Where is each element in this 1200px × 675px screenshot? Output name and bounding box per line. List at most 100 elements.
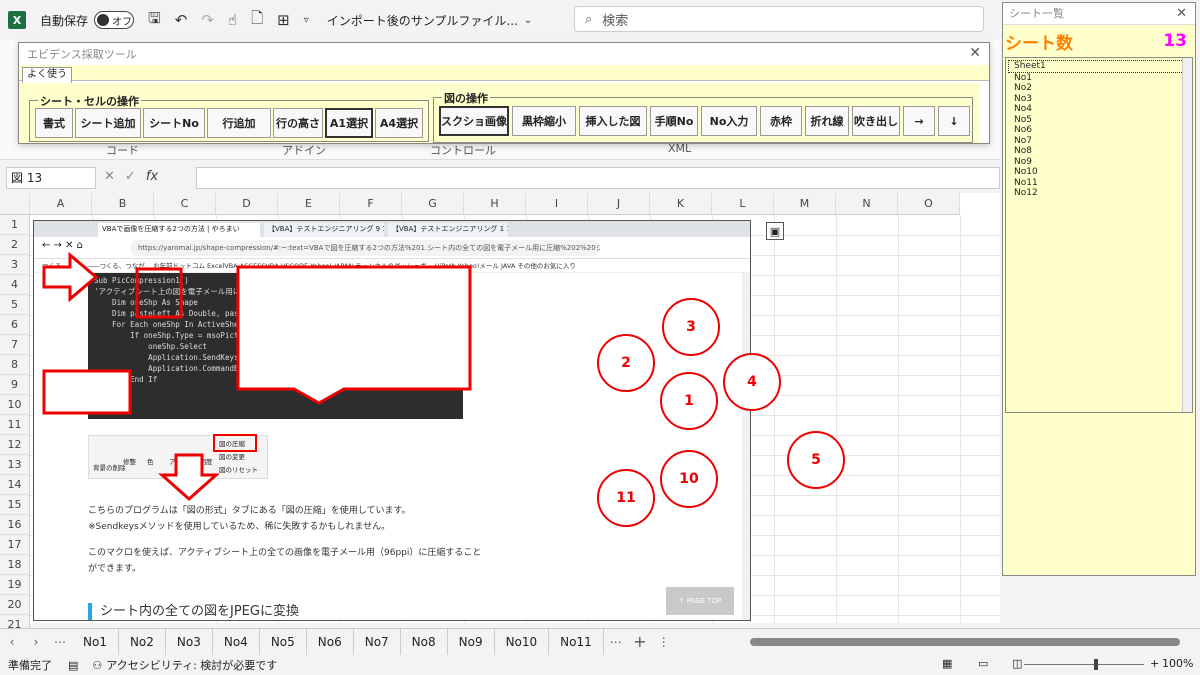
shrink-black-frame-button[interactable]: 黒枠縮小 [512, 106, 576, 136]
customize-qat-icon[interactable]: ▿ [304, 15, 309, 26]
search-input[interactable]: ⌕ 検索 [574, 6, 984, 32]
sheet-list-item[interactable]: No8 [1008, 146, 1192, 157]
row-header[interactable]: 14 [0, 475, 30, 495]
select-a1-button[interactable]: A1選択 [325, 108, 373, 138]
row-header[interactable]: 2 [0, 235, 30, 255]
row-header[interactable]: 19 [0, 575, 30, 595]
sheet-listbox[interactable]: Sheet1 No1 No2 No3 No4 No5 No6 No7 No8 No9 No10 No1… [1005, 57, 1193, 413]
sheet-list-item[interactable]: No1 [1008, 73, 1192, 84]
prev-sheet-icon[interactable]: ‹ [0, 635, 24, 649]
sheet-list-item[interactable]: No4 [1008, 104, 1192, 115]
row-header[interactable]: 15 [0, 495, 30, 515]
sheet-tab[interactable]: No3 [166, 628, 213, 655]
column-header[interactable]: N [836, 193, 898, 215]
row-header[interactable]: 4 [0, 275, 30, 295]
polyline-button[interactable]: 折れ線 [805, 106, 849, 136]
add-sheet-icon[interactable]: + [628, 632, 652, 651]
page-break-icon[interactable]: ◫ [1012, 657, 1022, 670]
red-frame-button[interactable]: 赤枠 [760, 106, 802, 136]
page-layout-icon[interactable]: ▭ [978, 657, 988, 670]
sheet-tab[interactable]: No7 [354, 628, 401, 655]
column-header[interactable]: F [340, 193, 402, 215]
listbox-scrollbar[interactable] [1182, 58, 1192, 412]
sheet-list-item[interactable]: No2 [1008, 83, 1192, 94]
step-circle[interactable]: 5 [787, 431, 845, 489]
touch-mode-icon[interactable]: ☝ [228, 11, 237, 29]
column-header[interactable]: B [92, 193, 154, 215]
sheet-list-item[interactable]: No5 [1008, 115, 1192, 126]
add-row-button[interactable]: 行追加 [207, 108, 271, 138]
print-preview-icon[interactable]: 🗋 [251, 8, 263, 33]
column-header[interactable]: I [526, 193, 588, 215]
layout-options-icon[interactable]: ▣ [766, 222, 784, 240]
inserted-image-button[interactable]: 挿入した図 [579, 106, 647, 136]
autosave-toggle[interactable]: オフ [94, 11, 135, 29]
function-icon[interactable]: fx [146, 169, 158, 184]
sheet-tab[interactable]: No8 [401, 628, 448, 655]
tab-frequently-used[interactable]: よく使う [22, 67, 72, 83]
select-a4-button[interactable]: A4選択 [375, 108, 423, 138]
column-header[interactable]: C [154, 193, 216, 215]
row-header[interactable]: 18 [0, 555, 30, 575]
embedded-screenshot[interactable]: VBAで画像を圧縮する2つの方法 | やろまい 【VBA】テストエンジニアリング… [33, 220, 751, 621]
row-header[interactable]: 6 [0, 315, 30, 335]
no-input-button[interactable]: No入力 [701, 106, 757, 136]
zoom-slider-knob[interactable] [1094, 659, 1098, 670]
sheet-list-item[interactable]: Sheet1 [1008, 60, 1188, 73]
name-box[interactable]: 図 13 [6, 167, 96, 189]
sheet-list-item[interactable]: No12 [1008, 188, 1192, 199]
cancel-icon[interactable]: ✕ [104, 169, 115, 184]
step-circle[interactable]: 4 [723, 353, 781, 411]
row-header[interactable]: 10 [0, 395, 30, 415]
row-header[interactable]: 12 [0, 435, 30, 455]
column-header[interactable]: J [588, 193, 650, 215]
save-icon[interactable]: 🖫 [148, 8, 161, 33]
sheet-tab[interactable]: No9 [448, 628, 495, 655]
step-no-button[interactable]: 手順No [650, 106, 698, 136]
sheet-list-item[interactable]: No3 [1008, 94, 1192, 105]
column-header[interactable]: K [650, 193, 712, 215]
column-header[interactable]: L [712, 193, 774, 215]
sheet-list-item[interactable]: No6 [1008, 125, 1192, 136]
zoom-in-icon[interactable]: + [1150, 657, 1159, 670]
column-header[interactable]: E [278, 193, 340, 215]
sheet-tab[interactable]: No11 [549, 628, 604, 655]
row-header[interactable]: 17 [0, 535, 30, 555]
callout-button[interactable]: 吹き出し [852, 106, 900, 136]
screenshot-image-button[interactable]: スクショ画像 [439, 106, 509, 136]
row-header[interactable]: 1 [0, 215, 30, 235]
sheet-tab[interactable]: No10 [495, 628, 550, 655]
column-header[interactable]: A [30, 193, 92, 215]
macro-record-icon[interactable]: ▤ [68, 659, 78, 672]
sheet-tab[interactable]: No1 [72, 628, 119, 655]
redo-icon[interactable]: ↷ [201, 11, 214, 29]
sheet-tab[interactable]: No5 [260, 628, 307, 655]
more-sheets-icon[interactable]: ⋯ [604, 635, 628, 649]
step-circle[interactable]: 3 [662, 298, 720, 356]
add-sheet-button[interactable]: シート追加 [75, 108, 141, 138]
close-icon[interactable]: ✕ [1176, 3, 1187, 25]
row-header[interactable]: 7 [0, 335, 30, 355]
formula-input[interactable] [196, 167, 1000, 189]
check-icon[interactable]: ✓ [125, 169, 136, 184]
accessibility-status[interactable]: アクセシビリティ: 検討が必要です [106, 657, 277, 673]
row-header[interactable]: 9 [0, 375, 30, 395]
zoom-slider[interactable] [1024, 664, 1144, 665]
more-sheets-icon[interactable]: ⋯ [48, 635, 72, 649]
step-circle[interactable]: 2 [597, 334, 655, 392]
row-header[interactable]: 11 [0, 415, 30, 435]
row-height-button[interactable]: 行の高さ [273, 108, 323, 138]
row-header[interactable]: 13 [0, 455, 30, 475]
zoom-level[interactable]: 100% [1162, 657, 1193, 670]
column-header[interactable]: G [402, 193, 464, 215]
sheet-tab[interactable]: No4 [213, 628, 260, 655]
row-header[interactable]: 16 [0, 515, 30, 535]
sheet-list-item[interactable]: No7 [1008, 136, 1192, 147]
chevron-down-icon[interactable]: ⌄ [524, 15, 532, 26]
sheet-no-button[interactable]: シートNo [143, 108, 205, 138]
options-icon[interactable]: ⋮ [652, 635, 676, 649]
close-icon[interactable]: ✕ [969, 45, 981, 61]
arrow-down-button[interactable]: ↓ [938, 106, 970, 136]
sheet-list-item[interactable]: No9 [1008, 157, 1192, 168]
diagram-icon[interactable]: ⊞ [277, 11, 290, 29]
